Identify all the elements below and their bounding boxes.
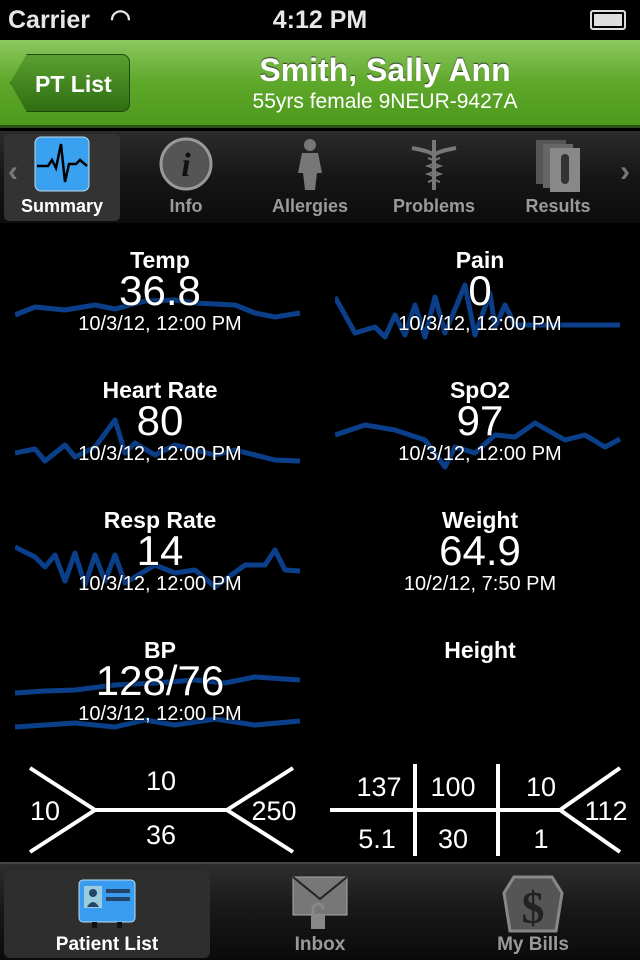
vital-sparkline xyxy=(335,655,625,745)
vital-date: 10/2/12, 7:50 PM xyxy=(403,573,557,595)
bottom-tab-label: My Bills xyxy=(497,934,569,955)
tab-label: Info xyxy=(169,196,203,216)
bmp-k: 5.1 xyxy=(358,824,396,854)
vital-label: Height xyxy=(444,637,516,663)
patient-card-icon xyxy=(4,874,210,934)
section-tab-bar: Summary i Info Allergies Problems Result… xyxy=(0,131,640,223)
bottom-tab-label: Inbox xyxy=(294,934,346,955)
vital-date: 10/3/12, 12:00 PM xyxy=(398,313,562,335)
svg-text:i: i xyxy=(181,147,191,184)
tab-label: Summary xyxy=(20,196,104,216)
dollar-shield-icon: $ xyxy=(430,874,636,934)
bmp-cr: 1 xyxy=(533,824,548,854)
vital-date: 10/3/12, 12:00 PM xyxy=(398,443,562,465)
tab-allergies[interactable]: Allergies xyxy=(252,134,368,221)
cbc-wbc: 10 xyxy=(30,796,60,826)
vital-value: 14 xyxy=(136,527,184,574)
cbc-plt: 250 xyxy=(251,796,296,826)
vital-value: 36.8 xyxy=(119,267,201,314)
tab-label: Results xyxy=(525,196,591,216)
vital-heart-rate[interactable]: Heart Rate 80 10/3/12, 12:00 PM xyxy=(0,375,320,505)
bottom-tab-label: Patient List xyxy=(55,934,159,955)
bmp-fishbone: 137 100 10 112 5.1 30 1 xyxy=(330,764,628,856)
bottom-tab-my-bills[interactable]: $ My Bills xyxy=(430,870,636,958)
vital-value: 64.9 xyxy=(439,527,521,574)
vital-date: 10/3/12, 12:00 PM xyxy=(78,573,242,595)
bmp-co2: 30 xyxy=(438,824,468,854)
vital-value: 80 xyxy=(136,397,184,444)
nav-header: PT List Smith, Sally Ann 55yrs female 9N… xyxy=(0,40,640,128)
tab-info[interactable]: i Info xyxy=(128,134,244,221)
vital-bp[interactable]: BP 128/76 10/3/12, 12:00 PM xyxy=(0,635,320,765)
tab-label: Allergies xyxy=(271,196,349,216)
bottom-tab-patient-list[interactable]: Patient List xyxy=(4,870,210,958)
vital-value: 128/76 xyxy=(95,657,225,704)
cbc-hct: 36 xyxy=(146,820,176,850)
clock: 4:12 PM xyxy=(272,6,368,34)
svg-text:$: $ xyxy=(522,882,545,933)
cbc-fishbone: 10 10 36 250 xyxy=(28,766,297,854)
bottom-tab-bar: Patient List Inbox $ My Bills xyxy=(0,862,640,960)
tab-problems[interactable]: Problems xyxy=(376,134,492,221)
vital-height[interactable]: Height xyxy=(320,635,640,765)
vital-value: 0 xyxy=(468,267,492,314)
cbc-hgb: 10 xyxy=(146,766,176,796)
tab-label: Problems xyxy=(392,196,476,216)
vital-spo2[interactable]: SpO2 97 10/3/12, 12:00 PM xyxy=(320,375,640,505)
scroll-left-arrow-icon[interactable]: ‹ xyxy=(8,155,18,189)
bmp-cl: 100 xyxy=(430,772,475,802)
tab-summary[interactable]: Summary xyxy=(4,134,120,221)
test-tube-icon xyxy=(530,136,586,192)
bmp-bun: 10 xyxy=(526,772,556,802)
vital-date: 10/3/12, 12:00 PM xyxy=(78,313,242,335)
vital-date: 10/3/12, 12:00 PM xyxy=(78,703,242,725)
vital-pain[interactable]: Pain 0 10/3/12, 12:00 PM xyxy=(320,245,640,375)
vital-resp-rate[interactable]: Resp Rate 14 10/3/12, 12:00 PM xyxy=(0,505,320,635)
vital-value: 97 xyxy=(456,397,504,444)
status-bar: Carrier ◠ 4:12 PM xyxy=(0,0,640,40)
bottom-tab-inbox[interactable]: Inbox xyxy=(217,870,423,958)
patient-info: 55yrs female 9NEUR-9427A xyxy=(252,90,518,113)
pt-list-back-button[interactable]: PT List xyxy=(10,54,130,112)
tab-results[interactable]: Results xyxy=(500,134,616,221)
vital-date: 10/3/12, 12:00 PM xyxy=(78,443,242,465)
scroll-right-arrow-icon[interactable]: › xyxy=(620,155,630,189)
vital-temp[interactable]: Temp 36.8 10/3/12, 12:00 PM xyxy=(0,245,320,375)
battery-icon xyxy=(590,10,626,30)
locked-envelope-icon xyxy=(217,874,423,934)
person-icon xyxy=(282,136,338,192)
patient-name: Smith, Sally Ann xyxy=(259,52,511,88)
bmp-glucose: 112 xyxy=(584,796,627,826)
info-icon: i xyxy=(158,136,214,192)
bmp-na: 137 xyxy=(356,772,401,802)
vital-weight[interactable]: Weight 64.9 10/2/12, 7:50 PM xyxy=(320,505,640,635)
caduceus-icon xyxy=(406,136,462,192)
vitals-monitor-icon xyxy=(34,136,90,192)
